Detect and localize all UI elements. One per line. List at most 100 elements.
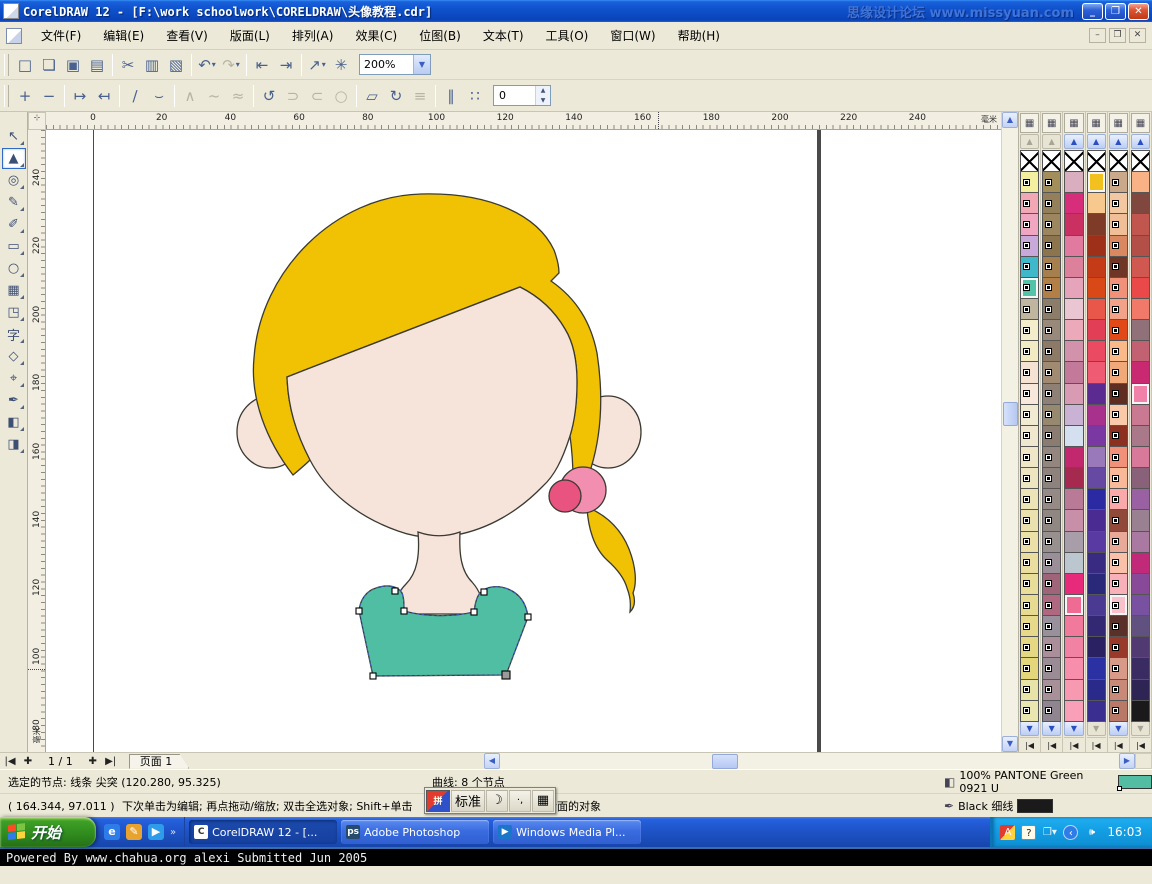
color-swatch[interactable] — [1087, 573, 1106, 595]
color-swatch[interactable] — [1042, 594, 1061, 616]
color-swatch[interactable] — [1064, 657, 1083, 679]
palette-skip-start-icon[interactable]: |◀ — [1087, 737, 1106, 752]
vertical-scrollbar[interactable]: ▲ ▼ — [1001, 112, 1018, 752]
color-swatch[interactable] — [1064, 361, 1083, 383]
color-swatch[interactable] — [1042, 531, 1061, 553]
color-swatch[interactable] — [1020, 573, 1039, 595]
color-swatch[interactable] — [1087, 552, 1106, 574]
color-swatch[interactable] — [1042, 213, 1061, 235]
color-swatch[interactable] — [1109, 700, 1128, 722]
color-swatch[interactable] — [1064, 298, 1083, 320]
extend-curve-button[interactable]: ⊃ — [281, 84, 305, 108]
scroll-right-icon[interactable]: ▶ — [1119, 753, 1135, 769]
palette-options-icon[interactable]: ▦ — [1042, 113, 1061, 133]
color-swatch[interactable] — [1131, 277, 1150, 299]
scroll-down-icon[interactable]: ▼ — [1002, 736, 1018, 752]
color-swatch[interactable] — [1064, 404, 1083, 426]
color-swatch[interactable] — [1087, 679, 1106, 701]
color-swatch[interactable] — [1109, 552, 1128, 574]
selected-color-swatch[interactable] — [1020, 277, 1039, 299]
no-color-swatch[interactable] — [1109, 150, 1128, 172]
first-page-icon[interactable]: |◀ — [2, 756, 18, 767]
color-swatch[interactable] — [1131, 467, 1150, 489]
painter-icon[interactable]: ✎ — [126, 824, 142, 840]
menu-位图B[interactable]: 位图(B) — [408, 23, 472, 48]
color-swatch[interactable] — [1042, 256, 1061, 278]
rectangle-tool[interactable]: ▭ — [2, 236, 26, 257]
no-color-swatch[interactable] — [1042, 150, 1061, 172]
color-swatch[interactable] — [1020, 467, 1039, 489]
color-swatch[interactable] — [1087, 192, 1106, 214]
color-swatch[interactable] — [1109, 425, 1128, 447]
color-swatch[interactable] — [1131, 594, 1150, 616]
menu-文本T[interactable]: 文本(T) — [472, 23, 535, 48]
pick-tool[interactable]: ↖ — [2, 126, 26, 147]
menu-工具O[interactable]: 工具(O) — [535, 23, 600, 48]
align-nodes-button[interactable]: ≡ — [408, 84, 432, 108]
node-handle[interactable] — [356, 608, 362, 614]
palette-scroll-up-icon[interactable]: ▲ — [1087, 134, 1106, 149]
color-swatch[interactable] — [1131, 552, 1150, 574]
color-swatch[interactable] — [1109, 509, 1128, 531]
document-restore-button[interactable]: ❐ — [1109, 28, 1126, 43]
color-swatch[interactable] — [1042, 192, 1061, 214]
color-swatch[interactable] — [1109, 340, 1128, 362]
color-swatch[interactable] — [1131, 573, 1150, 595]
add-node-button[interactable]: + — [13, 84, 37, 108]
color-swatch[interactable] — [1131, 171, 1150, 193]
color-swatch[interactable] — [1109, 531, 1128, 553]
color-swatch[interactable] — [1064, 425, 1083, 447]
curve-smoothness-spinner[interactable]: 0 ▲▼ — [493, 85, 551, 106]
color-swatch[interactable] — [1109, 256, 1128, 278]
palette-scroll-down-icon[interactable]: ▼ — [1087, 721, 1106, 736]
color-swatch[interactable] — [1087, 425, 1106, 447]
convert-to-curve-button[interactable]: ⌣ — [147, 84, 171, 108]
color-swatch[interactable] — [1042, 319, 1061, 341]
color-swatch[interactable] — [1042, 298, 1061, 320]
palette-scroll-up-icon[interactable]: ▲ — [1042, 134, 1061, 149]
color-swatch[interactable] — [1131, 340, 1150, 362]
graph-paper-tool[interactable]: ▦ — [2, 280, 26, 301]
palette-options-icon[interactable]: ▦ — [1064, 113, 1083, 133]
color-swatch[interactable] — [1131, 404, 1150, 426]
ime-mode-button[interactable]: 标准 — [451, 790, 485, 812]
paste-button[interactable]: ▧ — [164, 53, 188, 77]
color-swatch[interactable] — [1109, 615, 1128, 637]
palette-skip-start-icon[interactable]: |◀ — [1131, 737, 1150, 752]
horizontal-scroll-thumb[interactable] — [712, 754, 738, 769]
palette-skip-start-icon[interactable]: |◀ — [1042, 737, 1061, 752]
color-swatch[interactable] — [1109, 298, 1128, 320]
color-swatch[interactable] — [1042, 446, 1061, 468]
scroll-left-icon[interactable]: ◀ — [484, 753, 500, 769]
color-swatch[interactable] — [1131, 679, 1150, 701]
color-swatch[interactable] — [1020, 509, 1039, 531]
smooth-node-button[interactable]: ~ — [202, 84, 226, 108]
palette-options-icon[interactable]: ▦ — [1020, 113, 1039, 133]
horizontal-ruler[interactable]: 020406080100120140160180200220240毫米 — [46, 112, 1001, 130]
ponytail-shape[interactable] — [587, 507, 635, 612]
color-swatch[interactable] — [1020, 615, 1039, 637]
zoom-dropdown-icon[interactable]: ▼ — [413, 55, 430, 74]
color-swatch[interactable] — [1042, 657, 1061, 679]
color-swatch[interactable] — [1042, 383, 1061, 405]
break-node-button[interactable]: ↤ — [92, 84, 116, 108]
fill-tool[interactable]: ◧ — [2, 412, 26, 433]
color-swatch[interactable] — [1020, 235, 1039, 257]
palette-options-icon[interactable]: ▦ — [1109, 113, 1128, 133]
color-swatch[interactable] — [1109, 319, 1128, 341]
tray-help-icon[interactable]: ? — [1021, 825, 1036, 840]
ie-icon[interactable]: e — [104, 824, 120, 840]
color-swatch[interactable] — [1109, 404, 1128, 426]
color-swatch[interactable] — [1064, 213, 1083, 235]
color-swatch[interactable] — [1131, 657, 1150, 679]
color-swatch[interactable] — [1087, 531, 1106, 553]
color-swatch[interactable] — [1020, 594, 1039, 616]
palette-scroll-down-icon[interactable]: ▼ — [1109, 721, 1128, 736]
color-swatch[interactable] — [1087, 340, 1106, 362]
color-swatch[interactable] — [1087, 594, 1106, 616]
print-button[interactable]: ▤ — [85, 53, 109, 77]
color-swatch[interactable] — [1064, 636, 1083, 658]
color-swatch[interactable] — [1131, 446, 1150, 468]
ime-logo-icon[interactable]: 拼 — [426, 790, 450, 812]
color-swatch[interactable] — [1109, 636, 1128, 658]
